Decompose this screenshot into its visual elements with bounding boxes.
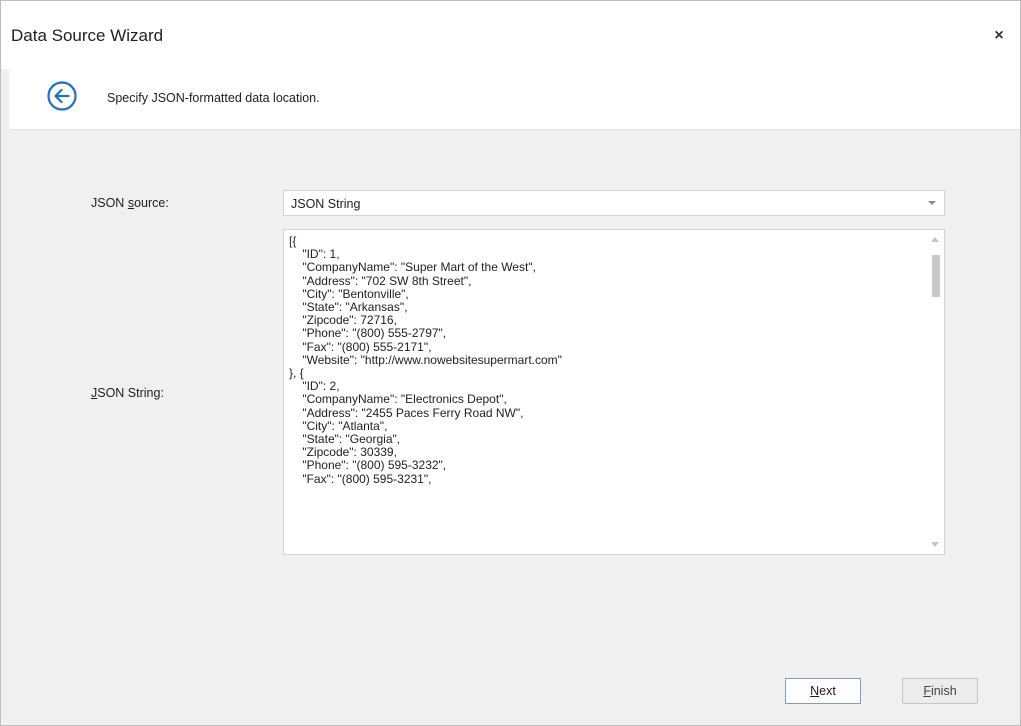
wizard-content: JSON source: JSON String JSON String: [{… (9, 130, 1020, 725)
json-source-label: JSON source: (91, 196, 169, 210)
json-source-value: JSON String (291, 197, 361, 211)
next-button-mnemonic: N (810, 684, 820, 698)
window-title: Data Source Wizard (11, 26, 164, 45)
step-description: Specify JSON-formatted data location. (107, 91, 320, 105)
scroll-up-arrow-icon[interactable] (931, 237, 939, 242)
json-source-label-suffix: ource: (134, 196, 169, 210)
json-source-dropdown[interactable]: JSON String (283, 190, 945, 216)
wizard-header: Specify JSON-formatted data location. (9, 69, 1020, 130)
json-string-content[interactable]: [{ "ID": 1, "CompanyName": "Super Mart o… (289, 234, 919, 486)
scroll-down-arrow-icon[interactable] (931, 542, 939, 547)
title-bar: Data Source Wizard × (1, 1, 1020, 69)
json-string-label-suffix: SON String: (97, 386, 164, 400)
json-string-textarea[interactable]: [{ "ID": 1, "CompanyName": "Super Mart o… (283, 229, 945, 555)
finish-button-label: inish (930, 684, 957, 698)
scroll-thumb[interactable] (932, 255, 940, 297)
back-arrow-icon[interactable] (45, 79, 79, 113)
chevron-down-icon[interactable] (928, 201, 936, 205)
next-button-label: ext (819, 684, 836, 698)
finish-button[interactable]: Finish (902, 678, 978, 704)
next-button[interactable]: Next (785, 678, 861, 704)
close-icon[interactable]: × (988, 25, 1010, 47)
json-string-label: JSON String: (91, 386, 164, 400)
json-source-label-prefix: JSON (91, 196, 128, 210)
data-source-wizard-window: Data Source Wizard × Specify JSON-format… (0, 0, 1021, 726)
vertical-scrollbar[interactable] (927, 230, 944, 554)
finish-button-mnemonic: F (923, 684, 931, 698)
